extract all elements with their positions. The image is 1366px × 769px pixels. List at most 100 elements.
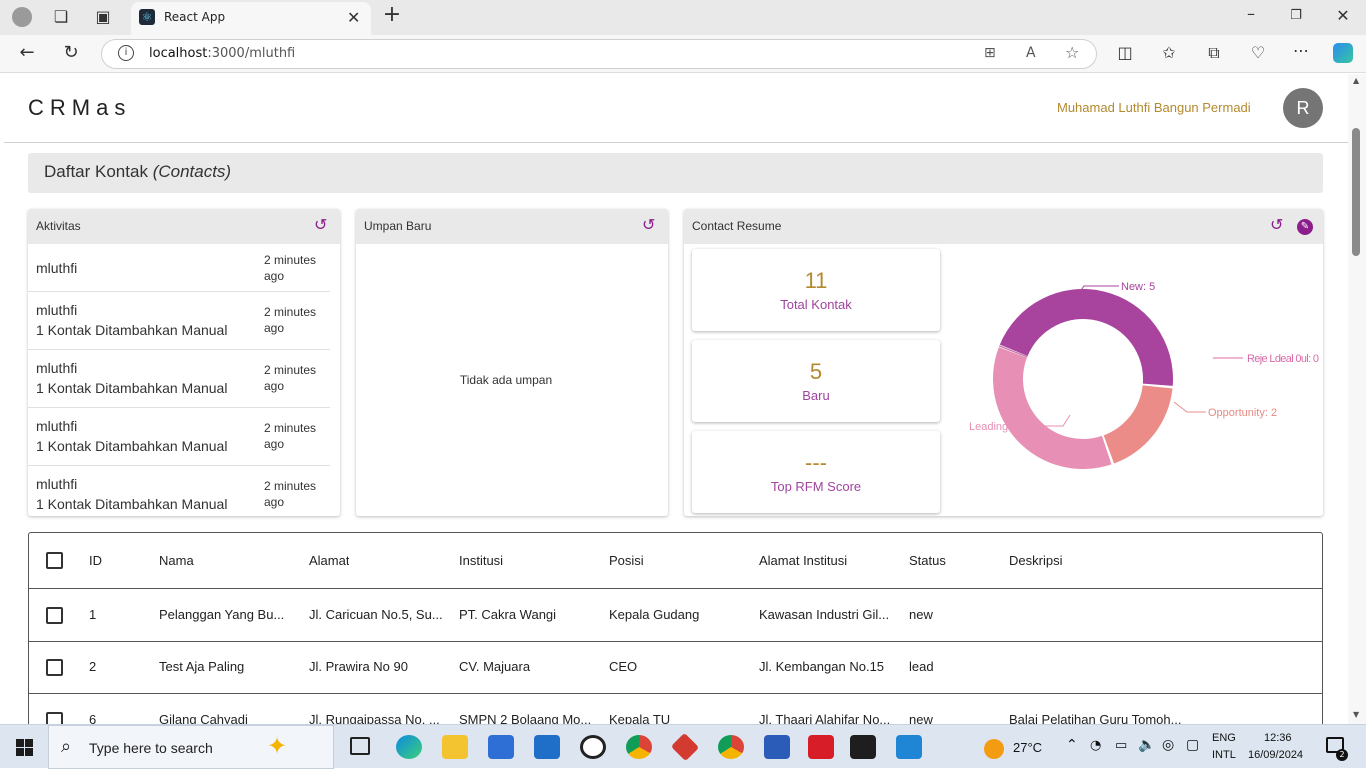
col-header-status[interactable]: Status: [909, 553, 946, 568]
activity-time: 2 minutes ago: [264, 421, 317, 451]
terminal-icon[interactable]: [850, 735, 876, 759]
clock-time[interactable]: 12:36: [1264, 732, 1292, 744]
activity-time: 2 minutes ago: [264, 363, 317, 393]
git-icon[interactable]: [670, 732, 700, 762]
mail-icon[interactable]: [534, 735, 560, 759]
col-header-id[interactable]: ID: [89, 553, 102, 568]
contact-status-donut[interactable]: New: 5 Opportunity: 2 Leading: 4 Reje Ld…: [943, 244, 1323, 516]
chrome-icon[interactable]: [626, 735, 652, 759]
page-scrollbar[interactable]: ▲ ▼: [1348, 74, 1366, 724]
maximize-icon[interactable]: ❐: [1285, 6, 1307, 26]
scroll-up-icon[interactable]: ▲: [1353, 76, 1359, 85]
volume-icon[interactable]: 🔈: [1138, 737, 1155, 753]
row-checkbox[interactable]: [46, 659, 63, 676]
battery-icon[interactable]: ▭: [1115, 738, 1127, 753]
react-icon: ⚛: [139, 9, 155, 25]
split-screen-icon[interactable]: ◫: [1114, 43, 1136, 63]
select-all-checkbox[interactable]: [46, 552, 63, 569]
refresh-activities-icon[interactable]: ↺: [314, 218, 330, 234]
activity-item: mluthfi 1 Kontak Ditambahkan Manual 2 mi…: [28, 466, 330, 516]
row-checkbox[interactable]: [46, 607, 63, 624]
edge-icon[interactable]: [396, 735, 422, 759]
activities-header: Aktivitas ↺: [28, 209, 340, 244]
read-aloud-icon[interactable]: A: [1026, 45, 1036, 61]
settings-icon[interactable]: ✎: [1297, 219, 1313, 235]
activity-item: mluthfi 2 minutes ago: [28, 244, 330, 292]
donut-label-new: New: 5: [1121, 281, 1155, 293]
donut-slice-new[interactable]: [999, 289, 1173, 386]
file-explorer-icon[interactable]: [442, 735, 468, 759]
display-icon[interactable]: ▢: [1186, 737, 1199, 753]
network-icon[interactable]: ◔: [1090, 738, 1101, 753]
stat-card-new: 5 Baru: [692, 340, 940, 422]
table-row[interactable]: 6 Gilang Cahyadi Jl. Rungaipassa No. ...…: [29, 694, 1322, 724]
page-title-bar: Daftar Kontak (Contacts): [28, 153, 1323, 193]
col-header-posisi[interactable]: Posisi: [609, 553, 644, 568]
workspaces-icon[interactable]: ❏: [50, 7, 72, 27]
activities-list[interactable]: mluthfi 2 minutes ago mluthfi 1 Kontak D…: [28, 244, 340, 516]
donut-slice-leading[interactable]: [993, 347, 1112, 469]
col-header-alamat-institusi[interactable]: Alamat Institusi: [759, 553, 847, 568]
col-header-deskripsi[interactable]: Deskripsi: [1009, 553, 1062, 568]
scroll-down-icon[interactable]: ▼: [1353, 710, 1359, 719]
camera-icon[interactable]: ◎: [1162, 737, 1174, 753]
weather-icon[interactable]: [984, 739, 1004, 759]
vscode-icon[interactable]: [896, 735, 922, 759]
new-tab-icon[interactable]: +: [381, 4, 403, 26]
whatsapp-icon[interactable]: [580, 735, 606, 759]
copilot-icon[interactable]: [1333, 43, 1353, 63]
word-icon[interactable]: [764, 735, 790, 759]
cell-alamat: Jl. Rungaipassa No. ...: [309, 712, 440, 724]
avatar[interactable]: R: [1283, 88, 1323, 128]
taskbar-search-box[interactable]: ⌕ Type here to search ✦: [48, 725, 334, 769]
mendeley-icon[interactable]: [808, 735, 834, 759]
lang-primary[interactable]: ENG: [1212, 732, 1236, 744]
store-icon[interactable]: [488, 735, 514, 759]
col-header-nama[interactable]: Nama: [159, 553, 194, 568]
refresh-resume-icon[interactable]: ↺: [1270, 218, 1286, 234]
start-icon[interactable]: [16, 739, 33, 756]
refresh-feed-icon[interactable]: ↺: [642, 218, 658, 234]
weather-temp[interactable]: 27°C: [1013, 740, 1042, 755]
info-icon[interactable]: i: [118, 45, 134, 61]
page-title-suffix: (Contacts): [152, 162, 232, 181]
tab-actions-icon[interactable]: ▣: [92, 7, 114, 27]
app-header: CRMas Muhamad Luthfi Bangun Permadi R: [4, 74, 1348, 143]
url-field[interactable]: i localhost:3000/mluthfi ⊞ A ☆: [101, 39, 1097, 69]
back-icon[interactable]: ←: [16, 43, 38, 63]
stat-label: Total Kontak: [780, 297, 852, 312]
minimize-icon[interactable]: –: [1240, 4, 1262, 24]
favorites-icon[interactable]: ✩: [1158, 43, 1180, 63]
close-tab-icon[interactable]: ✕: [347, 8, 360, 27]
tray-chevron-icon[interactable]: ⌃: [1066, 737, 1078, 753]
more-menu-icon[interactable]: ⋯: [1290, 41, 1312, 61]
favorite-star-icon[interactable]: ☆: [1065, 43, 1079, 62]
scroll-thumb[interactable]: [1352, 128, 1360, 256]
table-row[interactable]: 2 Test Aja Paling Jl. Prawira No 90 CV. …: [29, 642, 1322, 694]
reload-icon[interactable]: ↻: [60, 43, 82, 63]
table-row[interactable]: 1 Pelanggan Yang Bu... Jl. Caricuan No.5…: [29, 589, 1322, 642]
cell-posisi: Kepala Gudang: [609, 607, 700, 622]
col-header-institusi[interactable]: Institusi: [459, 553, 503, 568]
close-window-icon[interactable]: ✕: [1332, 6, 1354, 26]
browser-essentials-icon[interactable]: ♡: [1247, 43, 1269, 63]
clock-date[interactable]: 16/09/2024: [1248, 749, 1303, 761]
row-checkbox[interactable]: [46, 712, 63, 724]
donut-slice-opportunity[interactable]: [1103, 385, 1173, 464]
brand-logo[interactable]: CRMas: [28, 95, 131, 121]
app-available-icon[interactable]: ⊞: [984, 45, 996, 61]
activity-time: 2 minutes ago: [264, 253, 317, 283]
col-header-alamat[interactable]: Alamat: [309, 553, 349, 568]
stat-label: Baru: [802, 388, 830, 403]
lang-secondary[interactable]: INTL: [1212, 749, 1236, 761]
url-host: localhost: [149, 46, 208, 61]
collections-icon[interactable]: ⧉: [1203, 43, 1225, 63]
user-name[interactable]: Muhamad Luthfi Bangun Permadi: [1057, 100, 1251, 115]
task-view-icon[interactable]: [350, 737, 370, 755]
cell-id: 2: [89, 659, 97, 674]
cell-deskripsi: Balai Pelatihan Guru Tomoh...: [1009, 712, 1182, 724]
activity-item: mluthfi 1 Kontak Ditambahkan Manual 2 mi…: [28, 292, 330, 350]
tab-react-app[interactable]: ⚛ React App ✕: [131, 2, 371, 35]
profile-icon[interactable]: [12, 7, 32, 27]
chrome-profile-icon[interactable]: [718, 735, 744, 759]
